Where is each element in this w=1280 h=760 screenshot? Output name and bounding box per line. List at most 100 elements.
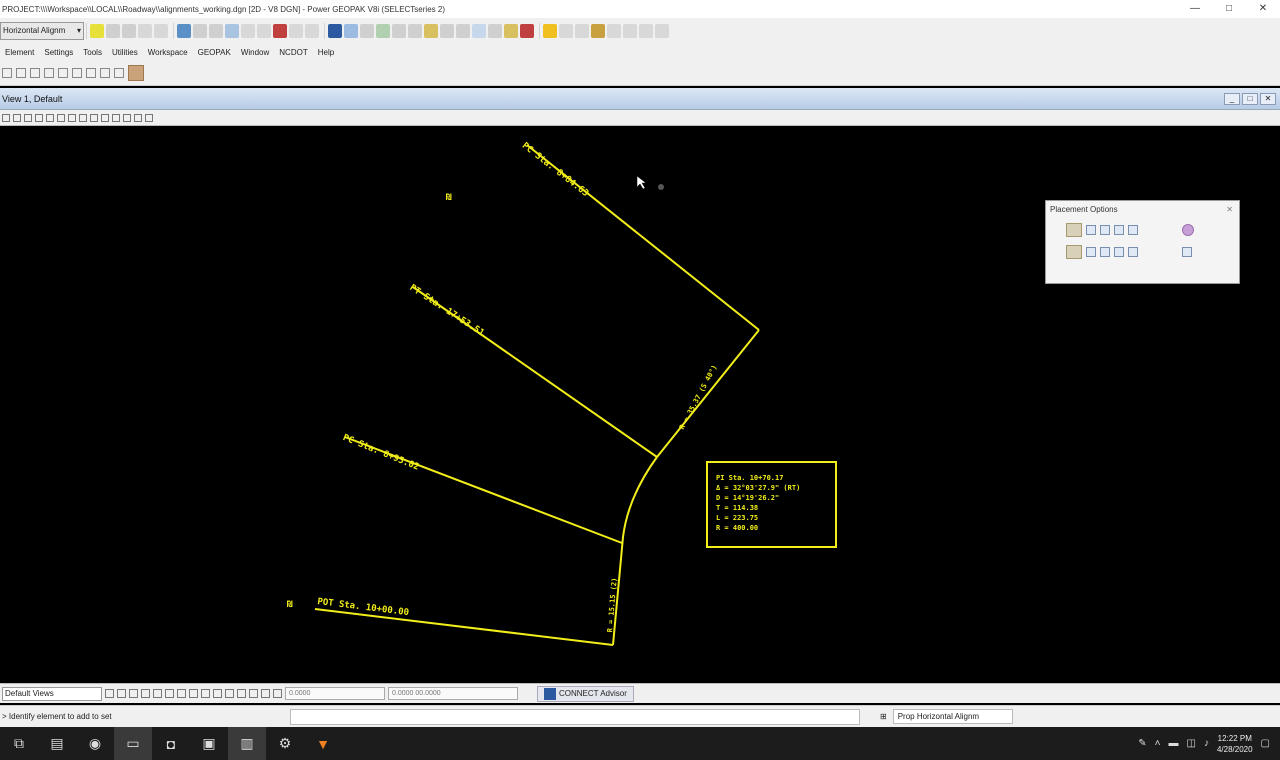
file-explorer-icon[interactable]: ▭ bbox=[114, 727, 152, 760]
cell-icon[interactable] bbox=[488, 24, 502, 38]
place-line-icon[interactable] bbox=[225, 689, 234, 698]
copy-view-icon[interactable] bbox=[112, 113, 120, 122]
connect-advisor-button[interactable]: CONNECT Advisor bbox=[537, 685, 634, 702]
arc-tool-icon[interactable] bbox=[30, 67, 40, 78]
annotation-icon[interactable] bbox=[623, 24, 637, 38]
outlook-icon[interactable]: ◘ bbox=[152, 727, 190, 760]
fit-view-icon[interactable] bbox=[57, 113, 65, 122]
selected-tool-icon[interactable] bbox=[128, 64, 144, 81]
references-icon[interactable] bbox=[344, 24, 358, 38]
task-view-icon[interactable]: ⧉ bbox=[0, 727, 38, 760]
placement-option-icon[interactable] bbox=[1128, 247, 1138, 257]
element-template-combo[interactable]: Horizontal Alignm bbox=[0, 22, 84, 40]
chrome-icon[interactable]: ◉ bbox=[76, 727, 114, 760]
menu-geopak[interactable]: GEOPAK bbox=[193, 48, 236, 57]
display-style-icon[interactable] bbox=[134, 113, 142, 122]
window-area-icon[interactable] bbox=[46, 113, 54, 122]
view-7-icon[interactable] bbox=[189, 689, 198, 698]
cancel-icon[interactable] bbox=[520, 24, 534, 38]
menu-workspace[interactable]: Workspace bbox=[143, 48, 193, 57]
view-group-icon[interactable] bbox=[105, 689, 114, 698]
menu-settings[interactable]: Settings bbox=[39, 48, 78, 57]
attributes-icon[interactable] bbox=[90, 24, 104, 38]
modify-icon[interactable] bbox=[456, 24, 470, 38]
rotate-tool-icon[interactable] bbox=[86, 67, 96, 78]
clock[interactable]: 12:22 PM 4/28/2020 bbox=[1217, 733, 1253, 755]
view-8-icon[interactable] bbox=[201, 689, 210, 698]
menu-ncdot[interactable]: NCDOT bbox=[274, 48, 312, 57]
copy-tool-icon[interactable] bbox=[72, 67, 82, 78]
view-2-icon[interactable] bbox=[129, 689, 138, 698]
update-view-icon[interactable] bbox=[13, 113, 21, 122]
alignment-icon[interactable] bbox=[575, 24, 589, 38]
tools-icon[interactable] bbox=[639, 24, 653, 38]
zoom-out-icon[interactable] bbox=[35, 113, 43, 122]
notifications-icon[interactable]: ▢ bbox=[1261, 738, 1270, 749]
extend-tool-icon[interactable] bbox=[114, 67, 124, 78]
placement-mode-icon[interactable] bbox=[1066, 223, 1082, 237]
select-icon[interactable] bbox=[440, 24, 454, 38]
save-icon[interactable] bbox=[177, 24, 191, 38]
zoom-in-icon[interactable] bbox=[24, 113, 32, 122]
measure-icon[interactable] bbox=[289, 24, 303, 38]
raster-icon[interactable] bbox=[360, 24, 374, 38]
menu-tools[interactable]: Tools bbox=[78, 48, 107, 57]
undo-icon[interactable] bbox=[193, 24, 207, 38]
camera-icon[interactable] bbox=[145, 113, 153, 122]
placement-option-icon[interactable] bbox=[1086, 247, 1096, 257]
placement-option-icon[interactable] bbox=[1086, 225, 1096, 235]
volume-icon[interactable]: ♪ bbox=[1204, 738, 1209, 749]
models-icon[interactable] bbox=[376, 24, 390, 38]
battery-icon[interactable]: ▬ bbox=[1169, 738, 1179, 749]
place-arc-icon[interactable] bbox=[237, 689, 246, 698]
move-tool-icon[interactable] bbox=[58, 67, 68, 78]
redo-icon[interactable] bbox=[209, 24, 223, 38]
coordinate-field[interactable]: 0.0000 00.0000 bbox=[388, 687, 518, 700]
dimension-icon[interactable] bbox=[305, 24, 319, 38]
level-display-icon[interactable] bbox=[328, 24, 342, 38]
text-icon[interactable] bbox=[213, 689, 222, 698]
view-minimize-button[interactable]: _ bbox=[1224, 92, 1240, 105]
menu-utilities[interactable]: Utilities bbox=[107, 48, 143, 57]
delete-icon[interactable] bbox=[257, 24, 271, 38]
placement-close-icon[interactable]: ✕ bbox=[1226, 205, 1239, 214]
settings-icon[interactable]: ⚙ bbox=[266, 727, 304, 760]
placement-lock-icon[interactable] bbox=[1182, 224, 1194, 236]
weight-icon[interactable] bbox=[138, 24, 152, 38]
view-close-button[interactable]: ✕ bbox=[1260, 92, 1276, 105]
profile-icon[interactable] bbox=[655, 24, 669, 38]
calculator-icon[interactable]: ▤ bbox=[38, 727, 76, 760]
menu-element[interactable]: Element bbox=[0, 48, 39, 57]
view-maximize-button[interactable]: □ bbox=[1242, 92, 1258, 105]
snap-icon[interactable] bbox=[261, 689, 270, 698]
view-4-icon[interactable] bbox=[153, 689, 162, 698]
key-in-field[interactable] bbox=[290, 708, 860, 725]
placement-option-icon[interactable] bbox=[1114, 225, 1124, 235]
highlight-icon[interactable] bbox=[424, 24, 438, 38]
paste-icon[interactable] bbox=[241, 24, 255, 38]
placement-option-icon[interactable] bbox=[1100, 225, 1110, 235]
maximize-button[interactable]: □ bbox=[1212, 0, 1246, 18]
info-icon[interactable] bbox=[472, 24, 486, 38]
network-icon[interactable]: ◫ bbox=[1187, 738, 1196, 749]
geopak-icon[interactable] bbox=[543, 24, 557, 38]
circle-tool-icon[interactable] bbox=[16, 67, 26, 78]
tray-expand-icon[interactable]: ˄ bbox=[1155, 738, 1161, 749]
placement-option-icon[interactable] bbox=[1114, 247, 1124, 257]
vlc-icon[interactable]: ▼ bbox=[304, 727, 342, 760]
view-next-icon[interactable] bbox=[101, 113, 109, 122]
minimize-button[interactable]: — bbox=[1178, 0, 1212, 18]
view-1-icon[interactable] bbox=[117, 689, 126, 698]
polygon-tool-icon[interactable] bbox=[44, 67, 54, 78]
view-5-icon[interactable] bbox=[165, 689, 174, 698]
stationing-icon[interactable] bbox=[607, 24, 621, 38]
view-6-icon[interactable] bbox=[177, 689, 186, 698]
line-tool-icon[interactable] bbox=[2, 67, 12, 78]
drawing-canvas[interactable]: PC Sta. 8+84.63 PT Sta. 17+53.51 PC Sta.… bbox=[0, 127, 1280, 680]
default-views-combo[interactable]: Default Views bbox=[2, 686, 102, 701]
menu-help[interactable]: Help bbox=[313, 48, 339, 57]
xy-field[interactable]: 0.0000 bbox=[285, 687, 385, 700]
view-3-icon[interactable] bbox=[141, 689, 150, 698]
pen-icon[interactable]: ✎ bbox=[1138, 738, 1146, 749]
view-attributes-icon[interactable] bbox=[2, 113, 10, 122]
